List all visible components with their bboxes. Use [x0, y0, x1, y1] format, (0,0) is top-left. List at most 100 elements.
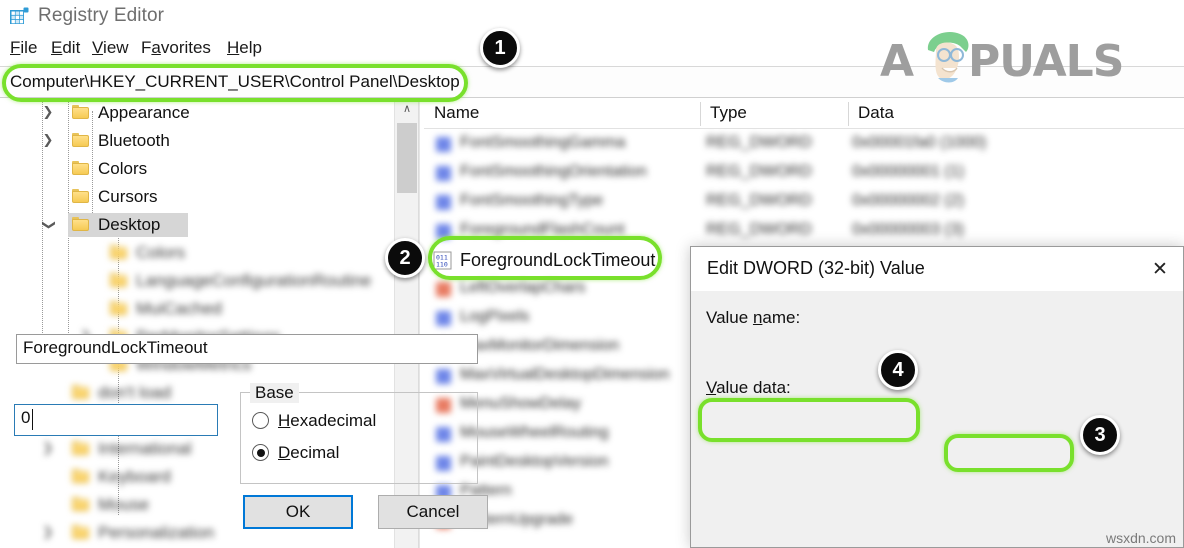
tree-item[interactable]: Colors [0, 239, 392, 267]
value-name-label: Value name: [706, 308, 801, 327]
scrollbar-thumb[interactable] [397, 123, 417, 193]
folder-icon [72, 441, 89, 455]
tree-item[interactable]: LanguageConfigurationRoutine [0, 267, 392, 295]
value-data-label: Value data: [706, 378, 791, 397]
folder-icon [72, 385, 89, 399]
dialog-title-bar: Edit DWORD (32-bit) Value ✕ [691, 247, 1183, 291]
folder-icon [110, 273, 127, 287]
tree-item[interactable]: MuiCached [0, 295, 392, 323]
string-value-icon [436, 282, 451, 297]
table-row[interactable]: ForegroundFlashCount REG_DWORD 0x00000003 … [424, 217, 1184, 246]
menu-file[interactable]: File [8, 36, 39, 60]
tree-item-label: Keyboard [98, 467, 171, 486]
window-title: Registry Editor [38, 5, 165, 26]
base-legend-label: Base [250, 383, 299, 403]
menu-edit[interactable]: Edit [49, 36, 82, 60]
value-name-cell: ForegroundLockTimeout [460, 250, 656, 270]
base-group-box [240, 392, 478, 484]
dword-value-icon [436, 166, 451, 181]
dword-value-icon: 011110 [433, 251, 452, 270]
value-data-cell: 0x00000001 (1) [852, 163, 965, 180]
column-divider[interactable] [700, 102, 701, 126]
value-name-field[interactable]: ForegroundLockTimeout [16, 334, 478, 364]
close-icon[interactable]: ✕ [1137, 247, 1183, 291]
dword-value-icon [436, 311, 451, 326]
folder-icon [72, 105, 89, 119]
list-header: Name Type Data [424, 99, 1184, 129]
value-type-cell: REG_DWORD [706, 221, 812, 238]
chevron-right-icon[interactable]: ❯ [40, 105, 56, 121]
value-data-cell: 0x00000003 (3) [852, 221, 965, 238]
menu-help[interactable]: Help [225, 36, 264, 60]
dword-value-icon [436, 195, 451, 210]
folder-icon [72, 217, 89, 231]
tree-item-label: LanguageConfigurationRoutine [136, 271, 372, 290]
logo-letter-a: A [880, 36, 914, 87]
dialog-title: Edit DWORD (32-bit) Value [707, 258, 925, 278]
tree-item[interactable]: Cursors [0, 183, 392, 211]
tree-item-label: Cursors [98, 187, 158, 206]
chevron-down-icon[interactable]: ❯ [40, 217, 56, 233]
value-data-field[interactable]: 0 [14, 404, 218, 436]
tree-item-label: Colors [136, 243, 186, 262]
folder-icon [72, 133, 89, 147]
tree-item[interactable]: ❯ Desktop [0, 211, 392, 239]
tree-item-label: Bluetooth [98, 131, 170, 150]
logo-face-icon [927, 31, 969, 83]
value-type-cell: REG_DWORD [706, 192, 812, 209]
column-header-type[interactable]: Type [710, 103, 747, 123]
table-row[interactable]: FontSmoothingType REG_DWORD 0x00000002 (2) [424, 188, 1184, 217]
logo-letters-puals: PUALS [968, 36, 1124, 87]
value-name-cell: FontSmoothingType [460, 192, 604, 209]
radio-indicator-selected[interactable] [252, 444, 269, 461]
value-type-cell: REG_DWORD [706, 163, 812, 180]
column-header-data[interactable]: Data [858, 103, 894, 123]
value-name-cell: FontSmoothingGamma [460, 134, 626, 151]
tree-item[interactable]: ❯ Appearance [0, 99, 392, 127]
tree-item-label: don't load [98, 383, 172, 402]
tree-item[interactable]: ❯ Bluetooth [0, 127, 392, 155]
step-badge-1: 1 [480, 28, 520, 68]
menu-favorites[interactable]: Favorites [139, 36, 213, 60]
folder-icon [72, 525, 89, 539]
tree-item[interactable]: Colors [0, 155, 392, 183]
ok-button[interactable]: OK [243, 495, 353, 529]
value-name-cell: MaxMonitorDimension [460, 337, 620, 354]
folder-icon [72, 497, 89, 511]
radio-indicator[interactable] [252, 412, 269, 429]
tree-item-label: MuiCached [136, 299, 222, 318]
folder-icon [72, 189, 89, 203]
tree-item-label: Colors [98, 159, 148, 178]
column-divider[interactable] [848, 102, 849, 126]
value-name-cell: ForegroundFlashCount [460, 221, 625, 238]
radio-hexadecimal-label: Hexadecimal [278, 411, 377, 430]
chevron-right-icon[interactable]: ❯ [40, 441, 56, 457]
value-data-cell: 0x00001fa0 (1000) [852, 134, 987, 151]
table-row[interactable]: FontSmoothingGamma REG_DWORD 0x00001fa0 (1… [424, 130, 1184, 159]
scroll-up-icon[interactable]: ∧ [395, 99, 419, 119]
value-name-cell: MenuShowDelay [460, 395, 581, 412]
value-type-cell: REG_DWORD [706, 134, 812, 151]
radio-decimal-label: Decimal [278, 443, 340, 462]
dword-value-icon [436, 369, 451, 384]
menu-view[interactable]: View [90, 36, 131, 60]
chevron-right-icon[interactable]: ❯ [40, 525, 56, 541]
chevron-right-icon[interactable]: ❯ [40, 133, 56, 149]
dword-value-icon [436, 224, 451, 239]
tree-item-label: Desktop [98, 215, 161, 234]
tree-item-label: International [98, 439, 192, 458]
table-row[interactable]: FontSmoothingOrientation REG_DWORD 0x00000… [424, 159, 1184, 188]
folder-icon [72, 161, 89, 175]
dword-value-icon [436, 137, 451, 152]
tree-item-label: Personalization [98, 523, 215, 542]
folder-icon [72, 469, 89, 483]
column-header-name[interactable]: Name [434, 103, 479, 123]
appuals-logo: A PUALS [880, 28, 1150, 87]
tree-item-label: Appearance [98, 103, 190, 122]
watermark-text: wsxdn.com [1105, 530, 1176, 546]
step-badge-4: 4 [878, 350, 918, 390]
cancel-button[interactable]: Cancel [378, 495, 488, 529]
value-name-cell: PaintDesktopVersion [460, 453, 609, 470]
registry-editor-icon [10, 7, 29, 24]
folder-icon [110, 301, 127, 315]
